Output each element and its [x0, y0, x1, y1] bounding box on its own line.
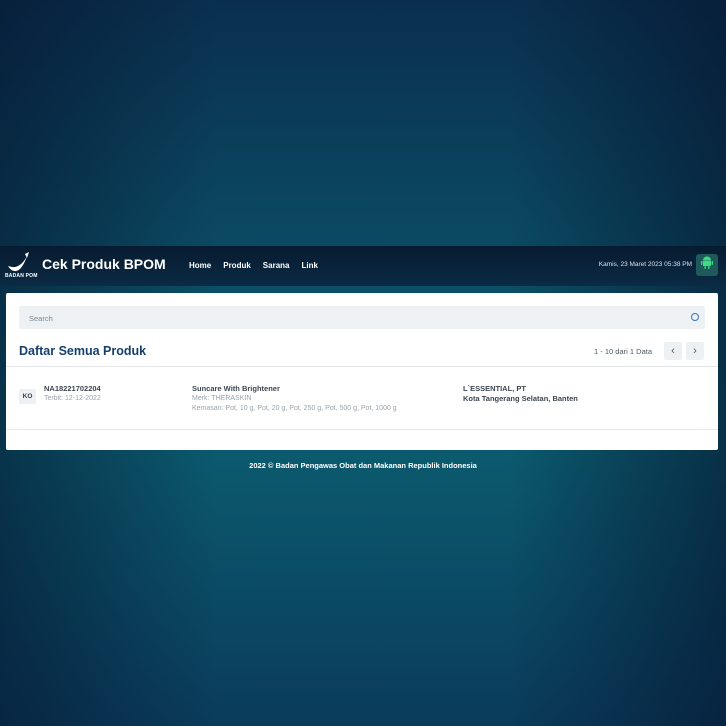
previous-page-button[interactable]: ‹: [664, 342, 682, 360]
bpom-logo[interactable]: [5, 252, 37, 286]
footer-text: 2022 © Badan Pengawas Obat dan Makanan R…: [249, 461, 477, 470]
logo-caption: BADAN POM: [5, 273, 38, 279]
search-input[interactable]: [27, 306, 671, 331]
nav-link[interactable]: Link: [301, 261, 317, 270]
product-brand: Merk: THERASKIN: [192, 395, 252, 402]
product-column: Suncare With Brightener Merk: THERASKIN …: [192, 384, 397, 414]
company-column: L`ESSENTIAL, PT Kota Tangerang Selatan, …: [463, 384, 578, 404]
android-icon: [701, 256, 713, 274]
company-location: Kota Tangerang Selatan, Banten: [463, 394, 578, 403]
top-navbar: BADAN POM Cek Produk BPOM Home Produk Sa…: [0, 246, 726, 286]
chevron-left-icon: ‹: [671, 345, 675, 357]
product-name[interactable]: Suncare With Brightener: [192, 384, 397, 394]
site-title[interactable]: Cek Produk BPOM: [42, 256, 166, 272]
chevron-right-icon: ›: [693, 345, 697, 357]
search-icon[interactable]: [691, 313, 699, 321]
main-nav: Home Produk Sarana Link: [189, 261, 318, 270]
search-bar: [19, 306, 705, 331]
next-page-button[interactable]: ›: [686, 342, 704, 360]
registration-number[interactable]: NA18221702204: [44, 384, 101, 394]
product-list-card: Daftar Semua Produk 1 - 10 dari 1 Data ‹…: [6, 293, 718, 450]
divider: [6, 429, 718, 430]
page-title: Daftar Semua Produk: [19, 344, 147, 358]
current-datetime: Kamis, 23 Maret 2023 05:38 PM: [598, 261, 692, 268]
category-badge: KO: [19, 389, 36, 404]
issued-date: Terbit: 12-12-2022: [44, 395, 101, 402]
nav-produk[interactable]: Produk: [223, 261, 251, 270]
product-row[interactable]: KO NA18221702204 Terbit: 12-12-2022 Sunc…: [6, 367, 718, 429]
company-name: L`ESSENTIAL, PT: [463, 384, 526, 393]
nav-home[interactable]: Home: [189, 261, 211, 270]
nav-sarana[interactable]: Sarana: [263, 261, 290, 270]
registration-column: NA18221702204 Terbit: 12-12-2022: [44, 384, 101, 404]
product-packaging: Kemasan: Pot, 10 g, Pot, 20 g, Pot, 250 …: [192, 405, 397, 412]
android-app-button[interactable]: [696, 254, 718, 276]
pagination-info: 1 - 10 dari 1 Data: [593, 347, 652, 356]
